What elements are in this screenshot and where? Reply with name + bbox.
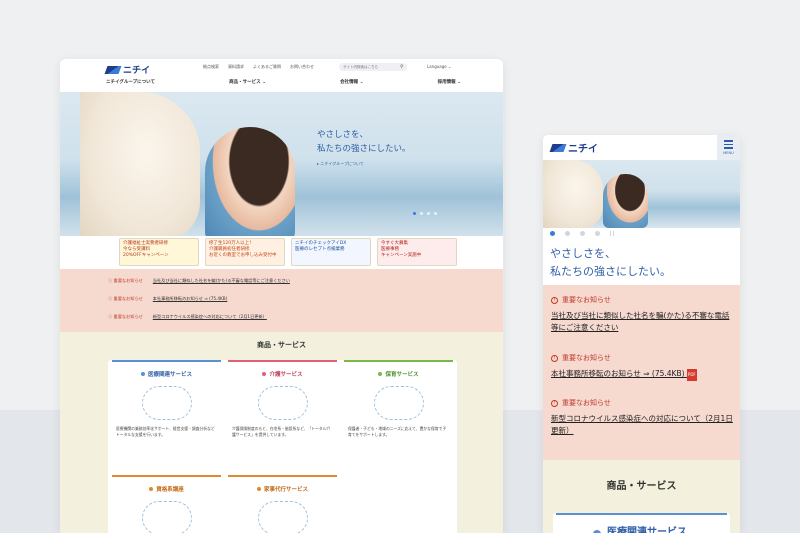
bullet-icon	[149, 487, 154, 491]
card-care[interactable]: 介護サービス 介護保険制度のもと、在宅系・施設系など、「トータル介護サービス」を…	[226, 360, 339, 438]
nichii-logo-icon	[549, 143, 567, 152]
carousel-pause-icon[interactable]	[610, 231, 614, 236]
language-selector[interactable]: Language ⌄	[427, 64, 451, 69]
qualification-illustration-icon	[141, 501, 192, 533]
nav-item-recruit[interactable]: 採用情報 ⌄	[438, 79, 461, 85]
childcare-illustration-icon	[373, 386, 424, 420]
carousel-dots	[413, 212, 437, 215]
product-cards: 医療関連サービス 医療機関の業務効率化サポート、経営支援・調査分析などトータルな…	[108, 360, 457, 533]
hero-title: やさしさを、 私たちの強さにしたい。	[317, 130, 411, 154]
carousel-dot[interactable]	[434, 212, 437, 215]
card-medical[interactable]: 医療関連サービス	[553, 513, 730, 533]
notice-item: ⓘ 重要なお知らせ 当社及び当社に類似した社名を騙(かた)る不審な電話等にご注意…	[108, 278, 290, 284]
notice-item: ! 重要なお知らせ 本社事務所移転のお知らせ ⇒ (75.4KB) PDF	[551, 353, 735, 381]
notice-item: ! 重要なお知らせ 新型コロナウイルス感染症への対応について（2月1日更新）	[551, 398, 735, 437]
notice-section: ⓘ 重要なお知らせ 当社及び当社に類似した社名を騙(かた)る不審な電話等にご注意…	[60, 269, 503, 332]
notice-link[interactable]: 本社事務所移転のお知らせ ⇒ (75.4KB) PDF	[551, 368, 735, 381]
card-qualification[interactable]: 資格系講座	[110, 475, 223, 533]
housekeeping-illustration-icon	[257, 501, 308, 533]
carousel-dot[interactable]	[580, 231, 585, 236]
notice-label: ! 重要なお知らせ	[551, 353, 735, 363]
notice-label: ⓘ 重要なお知らせ	[108, 314, 143, 319]
products-section: 商品・サービス 医療関連サービス 医療機関の業務効率化サポート、経営支援・調査分…	[60, 332, 503, 533]
top-link-faq[interactable]: よくあるご質問	[253, 64, 281, 70]
hero-image: やさしさを、 私たちの強さにしたい。 ▸ ニチイグループについて	[60, 92, 503, 242]
notice-link[interactable]: 新型コロナウイルス感染症への対応について（2月1日更新）	[153, 314, 267, 320]
notice-link[interactable]: 当社及び当社に類似した社名を騙(かた)る不審な電話等にご注意ください	[551, 310, 735, 334]
carousel-dot[interactable]	[550, 231, 555, 236]
top-link-contact[interactable]: お問い合わせ	[290, 64, 314, 70]
notice-label: ⓘ 重要なお知らせ	[108, 296, 143, 301]
pdf-icon: PDF	[686, 369, 697, 381]
hero-title: やさしさを、 私たちの強さにしたい。	[550, 247, 671, 278]
hero-girl-figure	[603, 174, 648, 228]
bullet-icon	[140, 372, 145, 376]
products-section: 商品・サービス 医療関連サービス	[543, 460, 740, 533]
card-housekeeping[interactable]: 家事代行サービス	[226, 475, 339, 533]
notice-link[interactable]: 当社及び当社に類似した社名を騙(かた)る不審な電話等にご注意ください	[153, 278, 290, 284]
top-link-docs[interactable]: 資料請求	[228, 64, 244, 70]
hero-link[interactable]: ▸ ニチイグループについて	[317, 161, 364, 167]
card-medical[interactable]: 医療関連サービス 医療機関の業務効率化サポート、経営支援・調査分析などトータルな…	[110, 360, 223, 438]
top-link-location[interactable]: 拠点検索	[203, 64, 219, 70]
care-illustration-icon	[257, 386, 308, 420]
hero-girl-figure	[205, 127, 295, 242]
banner-caregiver-training[interactable]: 介護福祉士実務者研修 今なら受講料 20%OFFキャンペーン	[119, 238, 199, 266]
notice-item: ! 重要なお知らせ 当社及び当社に類似した社名を騙(かた)る不審な電話等にご注意く…	[551, 295, 735, 334]
carousel-dot[interactable]	[427, 212, 430, 215]
notice-item: ⓘ 重要なお知らせ 新型コロナウイルス感染症への対応について（2月1日更新）	[108, 314, 267, 320]
bullet-icon	[256, 487, 261, 491]
carousel-dots	[550, 231, 614, 236]
banner-row: 介護福祉士実務者研修 今なら受講料 20%OFFキャンペーン 修了生120万人以上！…	[60, 236, 503, 269]
main-nav: ニチイグループについて 商品・サービス ⌄ 会社情報 ⌄ 採用情報 ⌄	[106, 79, 461, 85]
info-icon: !	[551, 296, 558, 304]
carousel-dot[interactable]	[413, 212, 416, 215]
desktop-header: ニチイ 拠点検索 資料請求 よくあるご質問 お問い合わせ ⚲ Language …	[60, 59, 503, 92]
carousel-dot[interactable]	[420, 212, 423, 215]
logo[interactable]: ニチイ	[104, 63, 150, 76]
notice-label: ! 重要なお知らせ	[551, 398, 735, 408]
nav-item-products[interactable]: 商品・サービス ⌄	[229, 79, 266, 85]
menu-button[interactable]: MENU	[717, 135, 740, 160]
medical-illustration-icon	[141, 386, 192, 420]
nichii-logo-icon	[104, 65, 122, 74]
carousel-dot[interactable]	[565, 231, 570, 236]
notice-item: ⓘ 重要なお知らせ 本社事務所移転のお知らせ ⇒ (75.4KB)	[108, 296, 227, 302]
hero-image	[543, 160, 740, 228]
top-links: 拠点検索 資料請求 よくあるご質問 お問い合わせ	[203, 64, 314, 70]
carousel-dot[interactable]	[595, 231, 600, 236]
banner-care-staff-course[interactable]: 修了生120万人以上！ 介護職員初任者研修 お近くの教室でお申し込み受付中	[205, 238, 285, 266]
section-title: 商品・サービス	[606, 481, 677, 492]
mobile-preview: ニチイ MENU やさしさを、 私たちの強さにしたい。 ! 重要なお知らせ 当社及…	[543, 135, 740, 533]
info-icon: !	[551, 399, 558, 407]
notice-link[interactable]: 新型コロナウイルス感染症への対応について（2月1日更新）	[551, 413, 735, 437]
search-input[interactable]	[339, 63, 407, 71]
section-title: 商品・サービス	[257, 341, 306, 349]
banner-medical-office[interactable]: 今すぐ大募集 医療事務 キャンペーン実施中	[377, 238, 457, 266]
notice-section: ! 重要なお知らせ 当社及び当社に類似した社名を騙(かた)る不審な電話等にご注意く…	[543, 285, 740, 460]
card-childcare[interactable]: 保育サービス 保護者・子ども・地域のニーズに応えて、豊かな保育で子育てをサポート…	[342, 360, 455, 438]
notice-link[interactable]: 本社事務所移転のお知らせ ⇒ (75.4KB)	[153, 296, 228, 302]
hero-mother-figure	[80, 92, 200, 242]
search-icon[interactable]: ⚲	[400, 64, 404, 70]
desktop-preview: ニチイ 拠点検索 資料請求 よくあるご質問 お問い合わせ ⚲ Language …	[60, 59, 503, 533]
info-icon: !	[551, 354, 558, 362]
nav-item-group[interactable]: ニチイグループについて	[106, 79, 155, 85]
nav-item-company[interactable]: 会社情報 ⌄	[340, 79, 363, 85]
hero-mother-figure	[543, 160, 603, 228]
hamburger-icon	[724, 140, 733, 142]
notice-label: ⓘ 重要なお知らせ	[108, 278, 143, 283]
banner-check-eye-dx[interactable]: ニチイのチェックアイDX 医療のレセプト点検業務	[291, 238, 371, 266]
bullet-icon	[262, 372, 267, 376]
bullet-icon	[378, 372, 383, 376]
notice-label: ! 重要なお知らせ	[551, 295, 735, 305]
logo[interactable]: ニチイ	[549, 140, 598, 155]
